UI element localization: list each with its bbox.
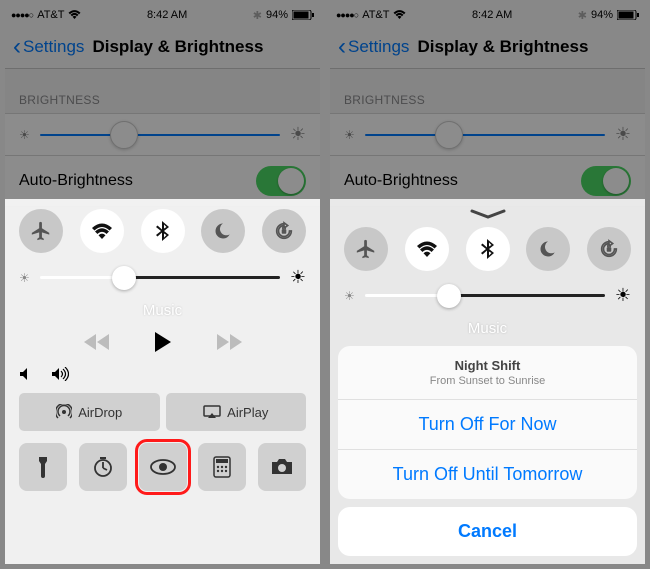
control-center: ☀ ☀ Music xyxy=(5,199,320,564)
brightness-slider[interactable] xyxy=(365,134,605,136)
back-button[interactable]: ‹ Settings xyxy=(338,35,409,59)
airdrop-icon xyxy=(56,404,72,420)
bluetooth-toggle[interactable] xyxy=(141,209,185,253)
sun-large-icon: ☀ xyxy=(290,124,306,145)
dnd-toggle[interactable] xyxy=(526,227,570,271)
night-shift-action-sheet: Night Shift From Sunset to Sunrise Turn … xyxy=(338,346,637,556)
toggle-row xyxy=(344,227,631,271)
sun-small-icon: ☀ xyxy=(344,289,355,303)
nav-bar: ‹ Settings Display & Brightness xyxy=(5,25,320,69)
nav-bar: ‹ Settings Display & Brightness xyxy=(330,25,645,69)
sun-large-icon: ☀ xyxy=(615,124,631,145)
dnd-toggle[interactable] xyxy=(201,209,245,253)
rotation-lock-toggle[interactable] xyxy=(262,209,306,253)
brightness-slider-row: ☀ ☀ xyxy=(330,113,645,156)
battery-icon xyxy=(617,10,639,20)
calculator-button[interactable] xyxy=(198,443,246,491)
airplay-icon xyxy=(203,405,221,419)
music-label: Music xyxy=(344,320,631,337)
sun-large-icon: ☀ xyxy=(290,267,306,288)
night-shift-button[interactable] xyxy=(139,443,187,491)
screenshot-right: ●●●●○ AT&T 8:42 AM ✱ 94% ‹ Settings Disp… xyxy=(330,5,645,564)
clock: 8:42 AM xyxy=(472,9,512,21)
carrier: AT&T xyxy=(37,9,64,21)
screenshot-left: ●●●●○ AT&T 8:42 AM ✱ 94% ‹ Settings Disp… xyxy=(5,5,320,564)
share-row: AirDrop AirPlay xyxy=(19,393,306,431)
clock: 8:42 AM xyxy=(147,9,187,21)
app-shortcut-row xyxy=(19,443,306,491)
bluetooth-icon: ✱ xyxy=(253,9,262,22)
page-title: Display & Brightness xyxy=(417,37,588,57)
sheet-title: Night Shift xyxy=(350,358,625,373)
rotation-lock-toggle[interactable] xyxy=(587,227,631,271)
battery-icon xyxy=(292,10,314,20)
sun-small-icon: ☀ xyxy=(19,128,30,142)
airdrop-button[interactable]: AirDrop xyxy=(19,393,160,431)
brightness-section-label: BRIGHTNESS xyxy=(330,69,645,113)
handle-row[interactable] xyxy=(344,209,631,219)
airplane-toggle[interactable] xyxy=(19,209,63,253)
chevron-down-icon xyxy=(470,209,506,219)
airplay-button[interactable]: AirPlay xyxy=(166,393,307,431)
music-label: Music xyxy=(19,302,306,319)
battery-percent: 94% xyxy=(266,9,288,21)
toggle-row xyxy=(19,209,306,253)
sheet-subtitle: From Sunset to Sunrise xyxy=(350,375,625,387)
play-button[interactable] xyxy=(153,331,173,353)
status-bar: ●●●●○ AT&T 8:42 AM ✱ 94% xyxy=(330,5,645,25)
timer-button[interactable] xyxy=(79,443,127,491)
chevron-left-icon: ‹ xyxy=(13,35,21,59)
status-bar: ●●●●○ AT&T 8:42 AM ✱ 94% xyxy=(5,5,320,25)
airdrop-label: AirDrop xyxy=(78,405,122,420)
bluetooth-icon: ✱ xyxy=(578,9,587,22)
volume-slider-row xyxy=(19,367,306,381)
signal-dots: ●●●●○ xyxy=(336,10,358,20)
wifi-icon xyxy=(68,10,81,20)
carrier: AT&T xyxy=(362,9,389,21)
forward-button[interactable] xyxy=(215,333,243,351)
rewind-button[interactable] xyxy=(83,333,111,351)
sun-large-icon: ☀ xyxy=(615,285,631,306)
brightness-slider-row: ☀ ☀ xyxy=(5,113,320,156)
cc-brightness-slider[interactable] xyxy=(365,294,605,297)
playback-controls xyxy=(19,331,306,353)
volume-low-icon xyxy=(19,367,31,381)
slider-knob[interactable] xyxy=(435,121,463,149)
cc-brightness-slider[interactable] xyxy=(40,276,280,279)
bluetooth-toggle[interactable] xyxy=(466,227,510,271)
sun-small-icon: ☀ xyxy=(19,271,30,285)
battery-percent: 94% xyxy=(591,9,613,21)
wifi-toggle[interactable] xyxy=(405,227,449,271)
auto-brightness-label: Auto-Brightness xyxy=(344,172,458,190)
auto-brightness-toggle[interactable] xyxy=(256,166,306,196)
cc-brightness-slider-row: ☀ ☀ xyxy=(19,267,306,288)
cancel-button[interactable]: Cancel xyxy=(338,507,637,556)
brightness-section-label: BRIGHTNESS xyxy=(5,69,320,113)
slider-knob[interactable] xyxy=(110,121,138,149)
back-label: Settings xyxy=(348,37,409,57)
brightness-slider[interactable] xyxy=(40,134,280,136)
airplay-label: AirPlay xyxy=(227,405,268,420)
back-label: Settings xyxy=(23,37,84,57)
chevron-left-icon: ‹ xyxy=(338,35,346,59)
auto-brightness-label: Auto-Brightness xyxy=(19,172,133,190)
signal-dots: ●●●●○ xyxy=(11,10,33,20)
sheet-options-group: Night Shift From Sunset to Sunrise Turn … xyxy=(338,346,637,499)
turn-off-now-button[interactable]: Turn Off For Now xyxy=(338,400,637,450)
wifi-toggle[interactable] xyxy=(80,209,124,253)
page-title: Display & Brightness xyxy=(92,37,263,57)
auto-brightness-toggle[interactable] xyxy=(581,166,631,196)
wifi-icon xyxy=(393,10,406,20)
back-button[interactable]: ‹ Settings xyxy=(13,35,84,59)
volume-high-icon xyxy=(51,367,69,381)
camera-button[interactable] xyxy=(258,443,306,491)
sun-small-icon: ☀ xyxy=(344,128,355,142)
sheet-header: Night Shift From Sunset to Sunrise xyxy=(338,346,637,400)
cc-brightness-slider-row: ☀ ☀ xyxy=(344,285,631,306)
slider-knob[interactable] xyxy=(112,266,136,290)
flashlight-button[interactable] xyxy=(19,443,67,491)
airplane-toggle[interactable] xyxy=(344,227,388,271)
turn-off-tomorrow-button[interactable]: Turn Off Until Tomorrow xyxy=(338,450,637,499)
